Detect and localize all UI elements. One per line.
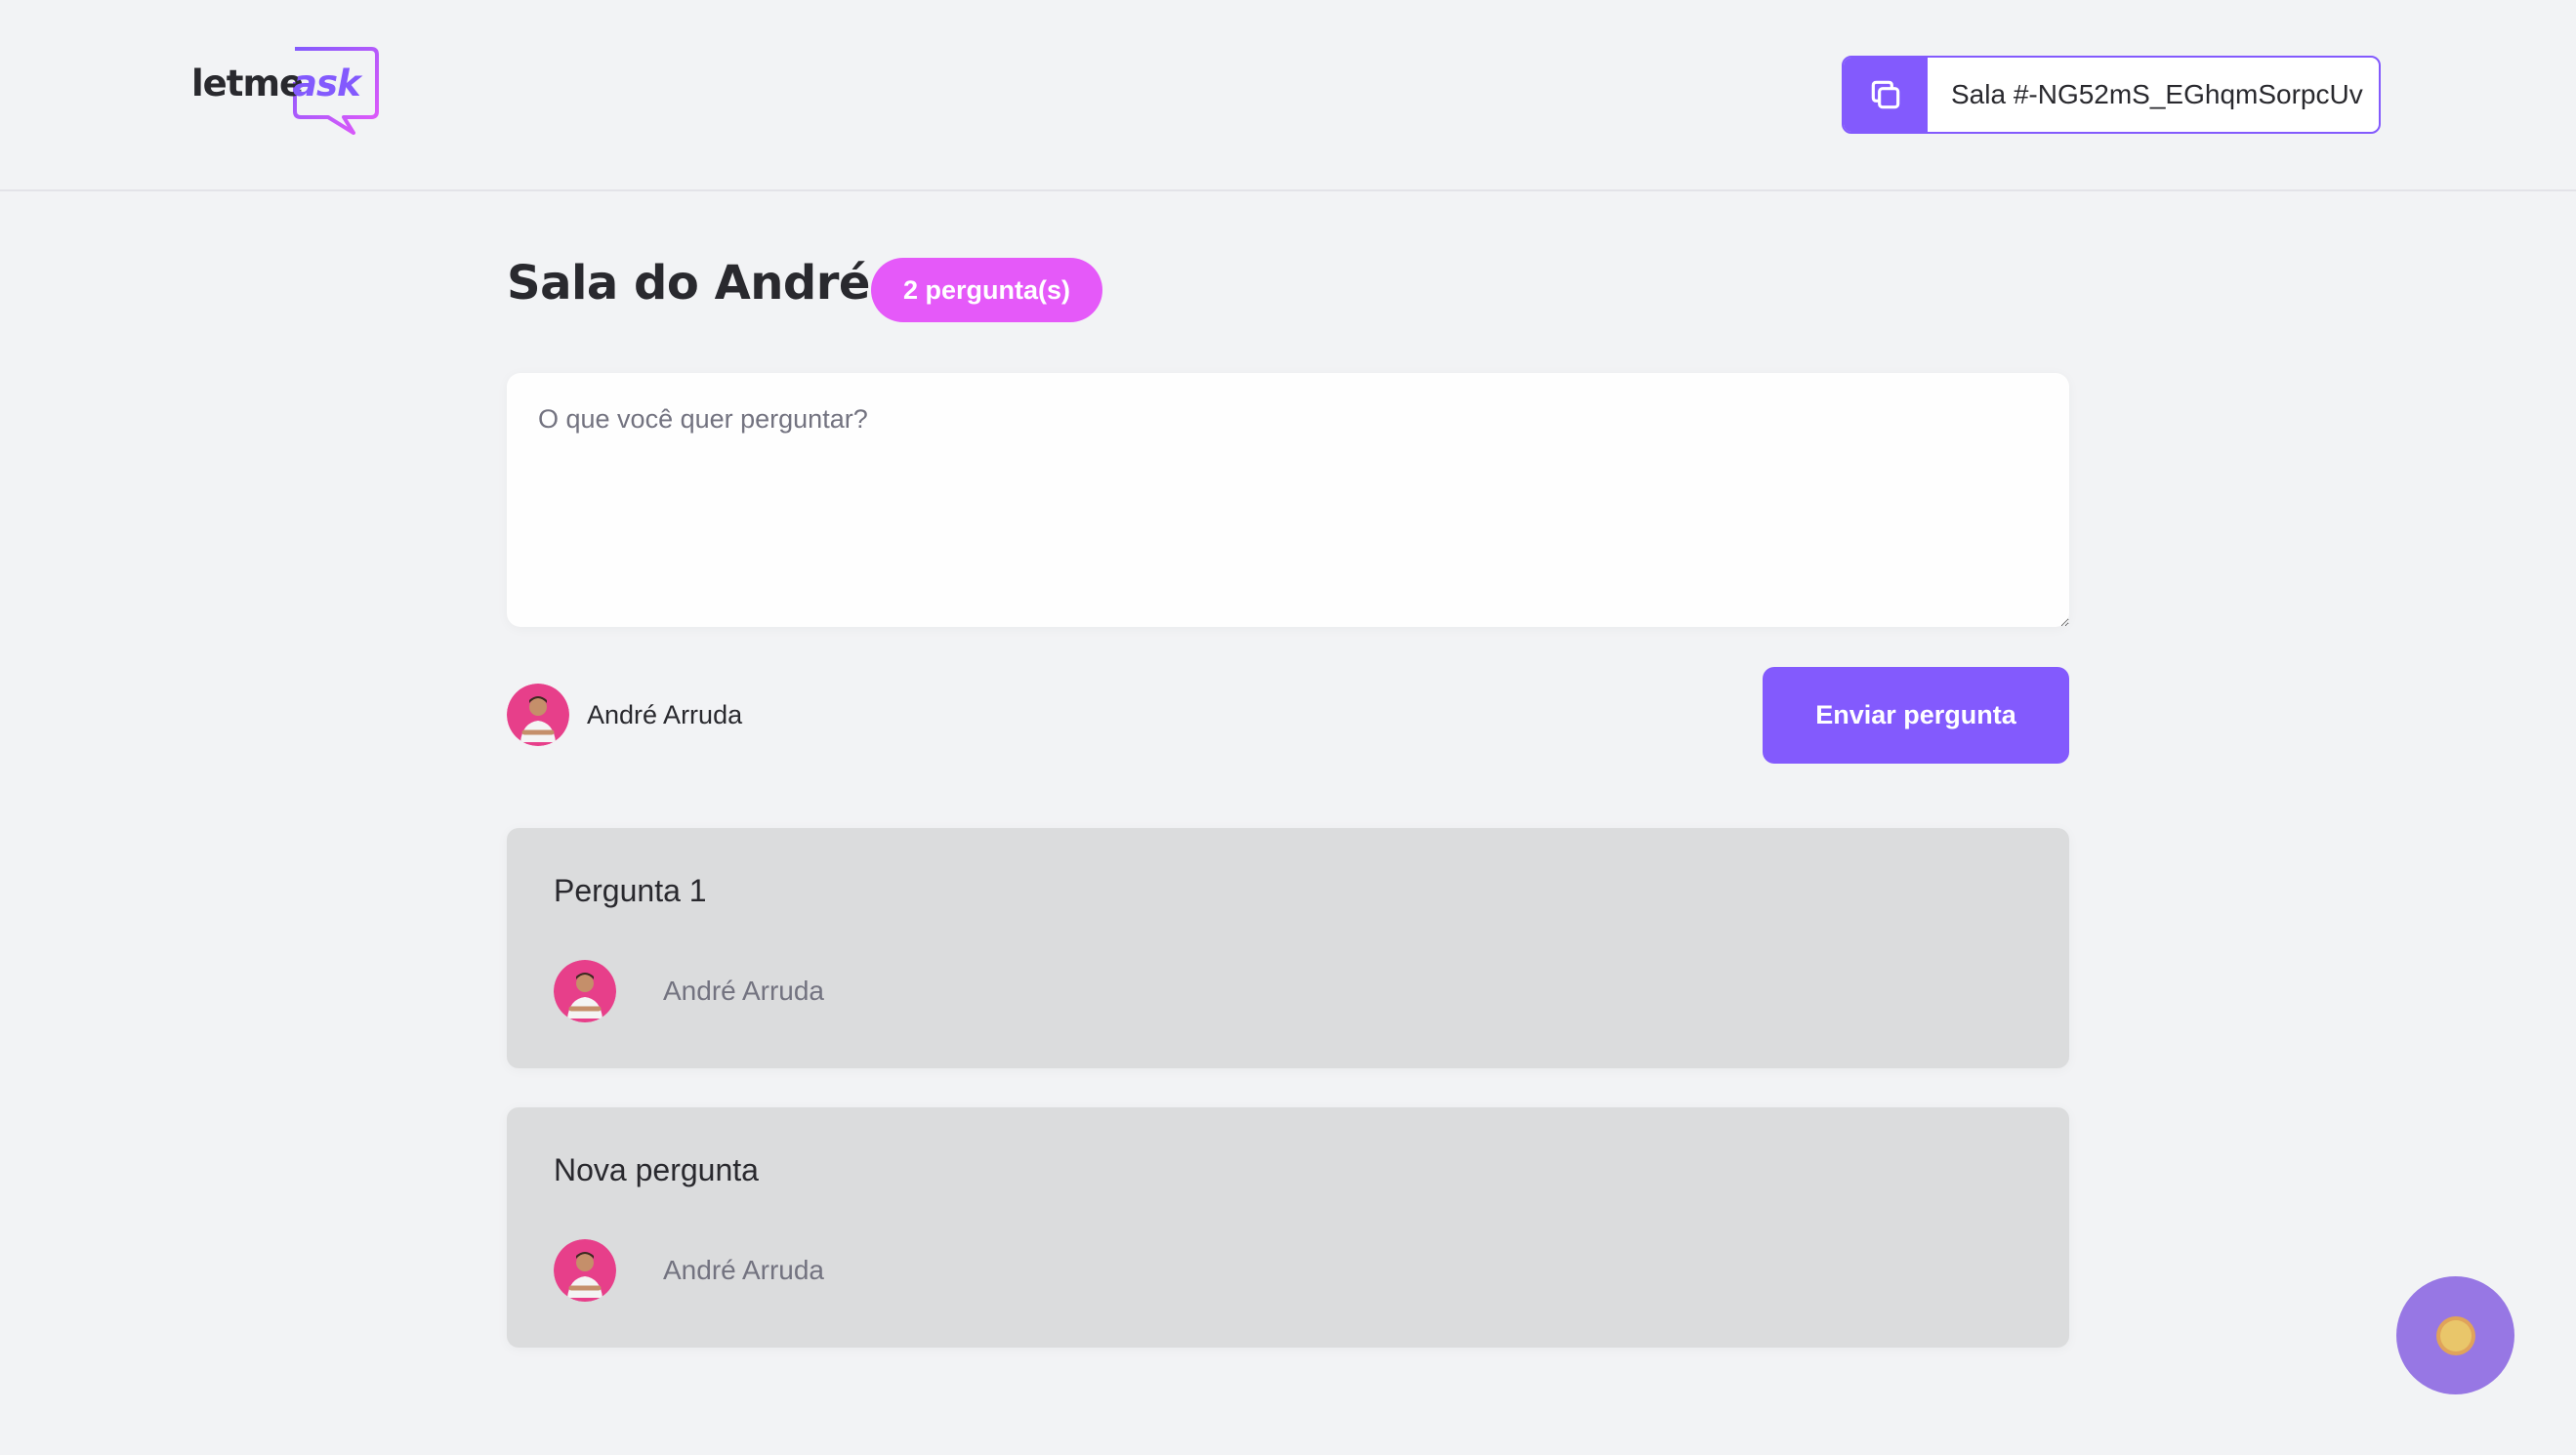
question-input[interactable] — [507, 373, 2069, 627]
send-question-button[interactable]: Enviar pergunta — [1763, 667, 2069, 764]
author-avatar — [554, 1239, 616, 1302]
copy-icon — [1871, 80, 1900, 109]
theme-toggle-button[interactable] — [2396, 1276, 2514, 1394]
logo-text-letme: letme — [191, 62, 304, 104]
logo-text-ask: ask — [293, 62, 361, 104]
question-author-name: André Arruda — [663, 976, 824, 1006]
room-code-button[interactable]: Sala #-NG52mS_EGhqmSorpcUv — [1842, 56, 2381, 134]
question-count-badge: 2 pergunta(s) — [871, 258, 1103, 322]
author-avatar — [554, 960, 616, 1022]
question-card: Pergunta 1 André Arruda — [507, 828, 2069, 1068]
current-user-name: André Arruda — [587, 699, 743, 729]
question-author: André Arruda — [554, 960, 824, 1022]
copy-icon-box[interactable] — [1844, 58, 1928, 132]
current-user-info: André Arruda — [507, 684, 742, 746]
user-avatar — [507, 684, 569, 746]
question-text: Nova pergunta — [554, 1152, 759, 1187]
letmeask-logo[interactable]: letme ask — [191, 43, 387, 141]
question-card: Nova pergunta André Arruda — [507, 1107, 2069, 1348]
question-author: André Arruda — [554, 1239, 824, 1302]
room-title: Sala do André — [507, 256, 870, 311]
room-code-label: Sala #-NG52mS_EGhqmSorpcUv — [1951, 79, 2363, 109]
page-header: letme ask Sala #-NG52mS_EGhqmSorpcUv — [0, 0, 2576, 191]
question-text: Pergunta 1 — [554, 873, 707, 908]
question-author-name: André Arruda — [663, 1255, 824, 1285]
sun-icon — [2435, 1315, 2475, 1355]
